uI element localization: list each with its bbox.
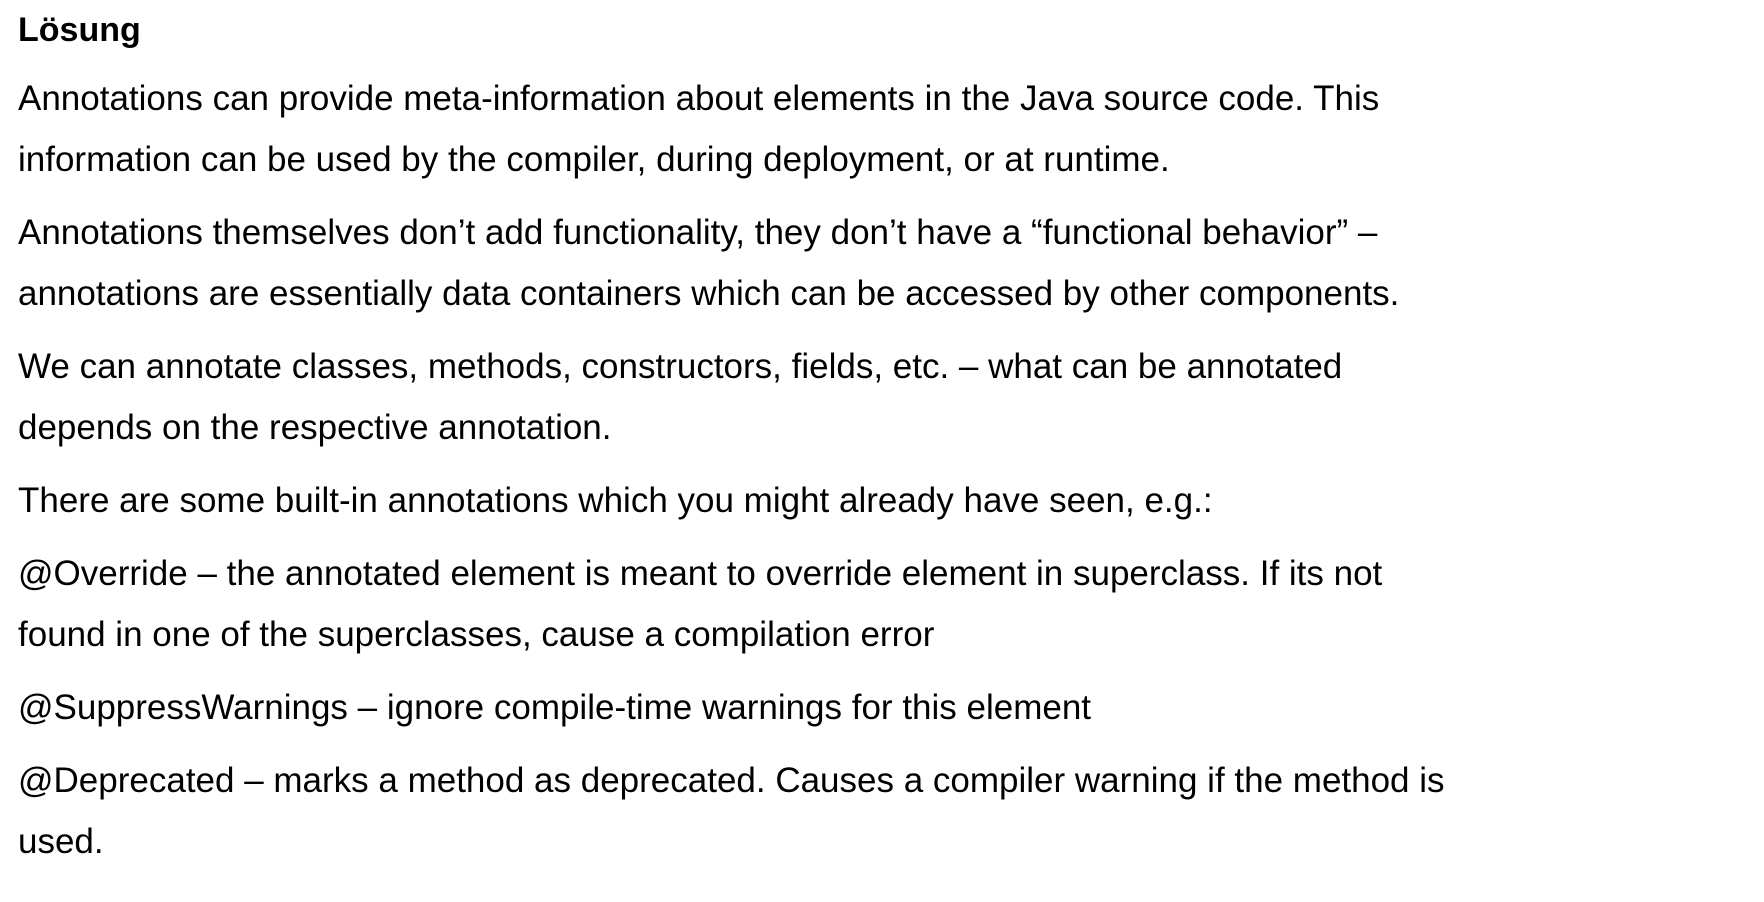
paragraph-override: @Override – the annotated element is mea…	[18, 543, 1748, 665]
paragraph-deprecated: @Deprecated – marks a method as deprecat…	[18, 750, 1748, 872]
paragraph-line: information can be used by the compiler,…	[18, 140, 1170, 179]
paragraph-line: @Override – the annotated element is mea…	[18, 554, 1383, 593]
paragraph-line: There are some built-in annotations whic…	[18, 481, 1213, 520]
paragraph-annotations-functionality: Annotations themselves don’t add functio…	[18, 202, 1748, 324]
paragraph-line: Annotations themselves don’t add functio…	[18, 213, 1378, 252]
paragraph-builtin-intro: There are some built-in annotations whic…	[18, 470, 1748, 531]
paragraph-annotation-targets: We can annotate classes, methods, constr…	[18, 336, 1748, 458]
paragraph-annotations-definition: Annotations can provide meta-information…	[18, 68, 1748, 190]
document-heading: Lösung	[18, 11, 141, 49]
paragraph-line: found in one of the superclasses, cause …	[18, 615, 935, 654]
paragraph-line: @SuppressWarnings – ignore compile-time …	[18, 688, 1092, 727]
paragraph-line: We can annotate classes, methods, constr…	[18, 347, 1343, 386]
paragraph-line: @Deprecated – marks a method as deprecat…	[18, 761, 1445, 800]
paragraph-line: Annotations can provide meta-information…	[18, 79, 1380, 118]
paragraph-suppresswarnings: @SuppressWarnings – ignore compile-time …	[18, 677, 1748, 738]
paragraph-line: depends on the respective annotation.	[18, 408, 612, 447]
paragraph-line: annotations are essentially data contain…	[18, 274, 1400, 313]
document: Lösung Annotations can provide meta-info…	[0, 0, 1764, 902]
paragraph-line: used.	[18, 822, 104, 861]
